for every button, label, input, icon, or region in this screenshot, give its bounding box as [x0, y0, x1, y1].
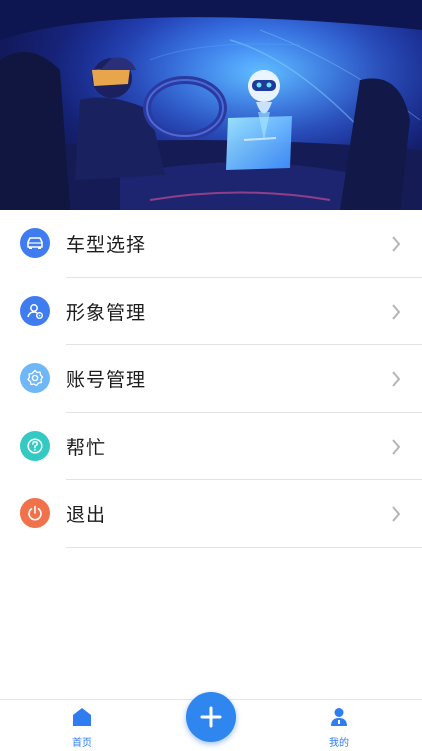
- chevron-right-icon: [392, 371, 401, 387]
- hero-banner: [0, 0, 422, 210]
- help-icon: [20, 430, 50, 461]
- settings-menu: 车型选择 形象管理 账号管理 帮忙 退出: [0, 210, 422, 548]
- chevron-right-icon: [392, 438, 401, 455]
- tab-home-label: 首页: [72, 738, 92, 749]
- menu-item-label: 车型选择: [66, 234, 147, 256]
- add-button[interactable]: [186, 692, 236, 742]
- power-icon: [20, 498, 50, 528]
- menu-item-avatar-management[interactable]: 形象管理: [0, 278, 422, 345]
- tab-mine-label: 我的: [329, 738, 349, 749]
- menu-item-label: 退出: [66, 504, 107, 526]
- car-icon: [20, 228, 50, 258]
- person-icon: [331, 708, 347, 726]
- tab-mine[interactable]: 我的: [309, 706, 369, 749]
- menu-item-label: 帮忙: [66, 436, 107, 459]
- divider: [66, 546, 422, 548]
- tab-home[interactable]: 首页: [52, 706, 112, 749]
- driver-robot-illustration: [0, 0, 422, 210]
- menu-item-label: 账号管理: [66, 369, 147, 391]
- menu-item-label: 形象管理: [66, 301, 147, 324]
- chevron-right-icon: [392, 236, 401, 252]
- gear-icon: [20, 363, 50, 393]
- menu-item-logout[interactable]: 退出: [0, 480, 422, 548]
- avatar-settings-icon: [20, 295, 50, 326]
- home-icon: [73, 708, 91, 726]
- plus-icon: [200, 706, 222, 728]
- menu-item-account-management[interactable]: 账号管理: [0, 345, 422, 413]
- menu-item-help[interactable]: 帮忙: [0, 413, 422, 480]
- chevron-right-icon: [392, 506, 401, 522]
- chevron-right-icon: [392, 303, 401, 320]
- menu-item-car-selection[interactable]: 车型选择: [0, 210, 422, 278]
